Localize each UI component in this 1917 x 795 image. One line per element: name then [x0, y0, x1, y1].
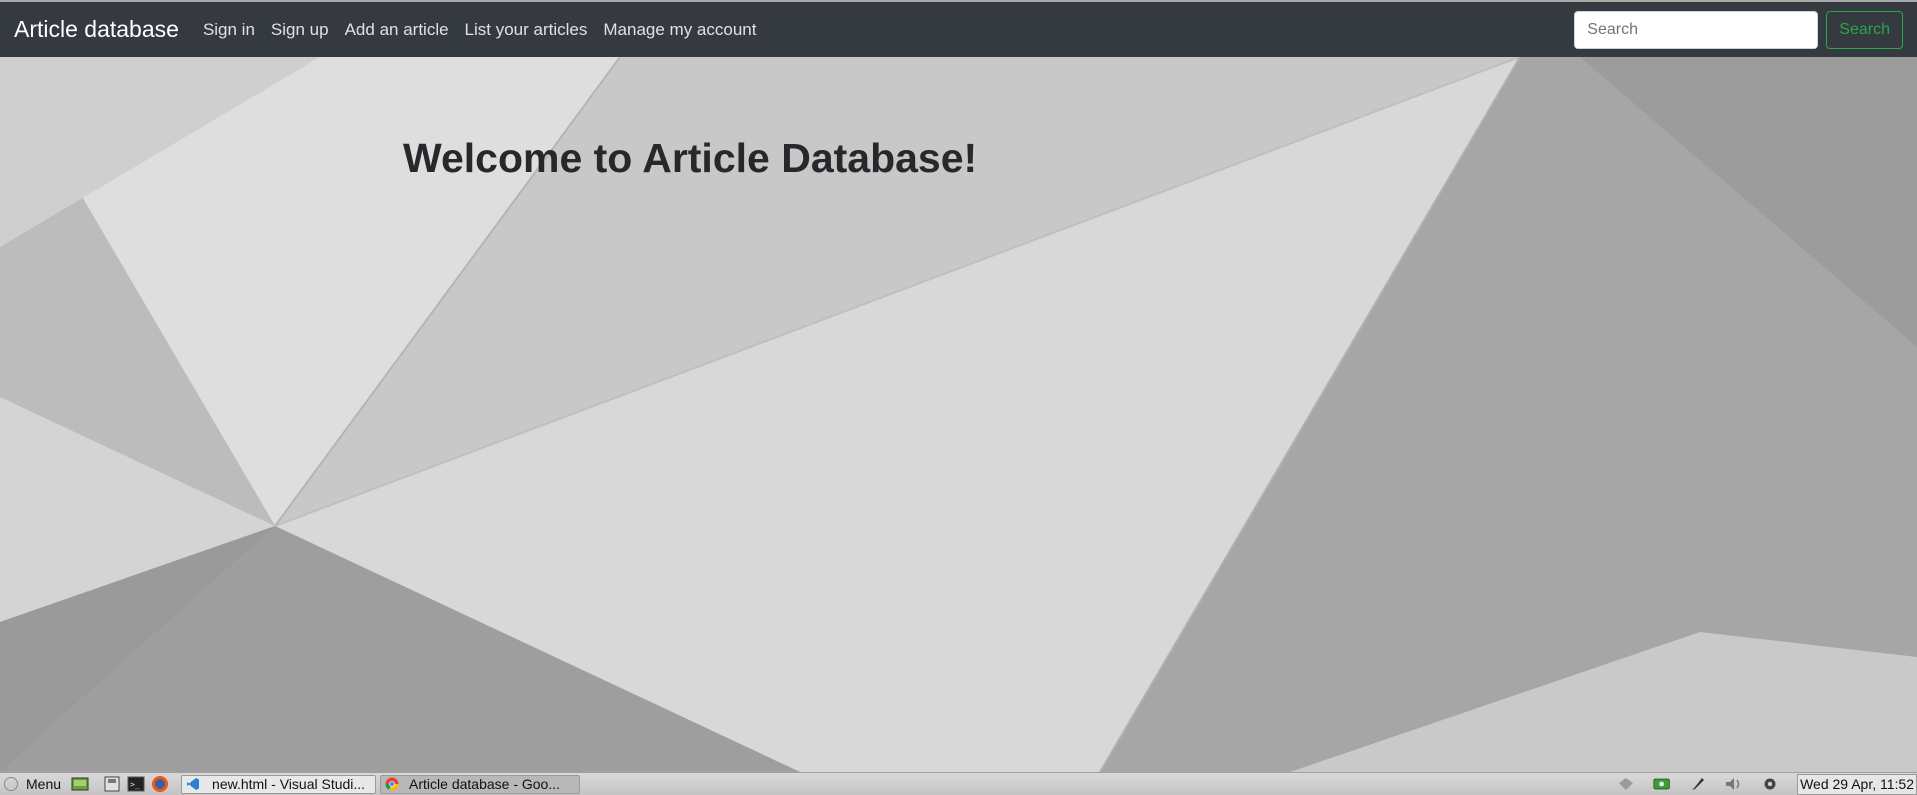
system-tray: Wed 29 Apr, 11:52 [1617, 773, 1917, 795]
search-button[interactable]: Search [1826, 10, 1903, 49]
taskbar-window-vscode[interactable]: new.html - Visual Studi... [181, 774, 377, 794]
pen-icon[interactable] [1689, 776, 1707, 792]
nav-link-sign-in[interactable]: Sign in [203, 20, 255, 40]
nav-link-list-articles[interactable]: List your articles [465, 20, 588, 40]
clock[interactable]: Wed 29 Apr, 11:52 [1797, 773, 1917, 795]
taskbar: Menu >_ new.html - Visual Studi... Artic… [0, 772, 1917, 795]
nav-link-sign-up[interactable]: Sign up [271, 20, 329, 40]
taskbar-window-chrome[interactable]: Article database - Goo... [380, 774, 581, 794]
svg-text:>_: >_ [130, 780, 140, 789]
vscode-icon [187, 778, 200, 790]
settings-icon[interactable] [1761, 776, 1779, 792]
mint-logo-icon [4, 777, 18, 791]
taskbar-window-label: Article database - Goo... [409, 776, 560, 792]
battery-icon[interactable] [1653, 776, 1671, 792]
brand-link[interactable]: Article database [14, 16, 179, 43]
firefox-icon[interactable] [151, 775, 169, 793]
nav-link-add-article[interactable]: Add an article [345, 20, 449, 40]
menu-label: Menu [26, 776, 62, 792]
taskbar-window-label: new.html - Visual Studi... [212, 776, 366, 792]
navbar: Article database Sign in Sign up Add an … [0, 2, 1917, 57]
page-title: Welcome to Article Database! [403, 135, 978, 181]
menu-button[interactable]: Menu [0, 773, 67, 795]
desktop-icon[interactable] [71, 775, 89, 793]
terminal-icon[interactable]: >_ [127, 775, 145, 793]
chrome-icon [385, 777, 399, 791]
search-input[interactable] [1574, 10, 1819, 49]
network-icon[interactable] [1617, 776, 1635, 792]
nav-link-manage-account[interactable]: Manage my account [603, 20, 756, 40]
hero-background: Welcome to Article Database! [0, 57, 1917, 772]
volume-icon[interactable] [1725, 776, 1743, 792]
files-icon[interactable] [103, 775, 121, 793]
